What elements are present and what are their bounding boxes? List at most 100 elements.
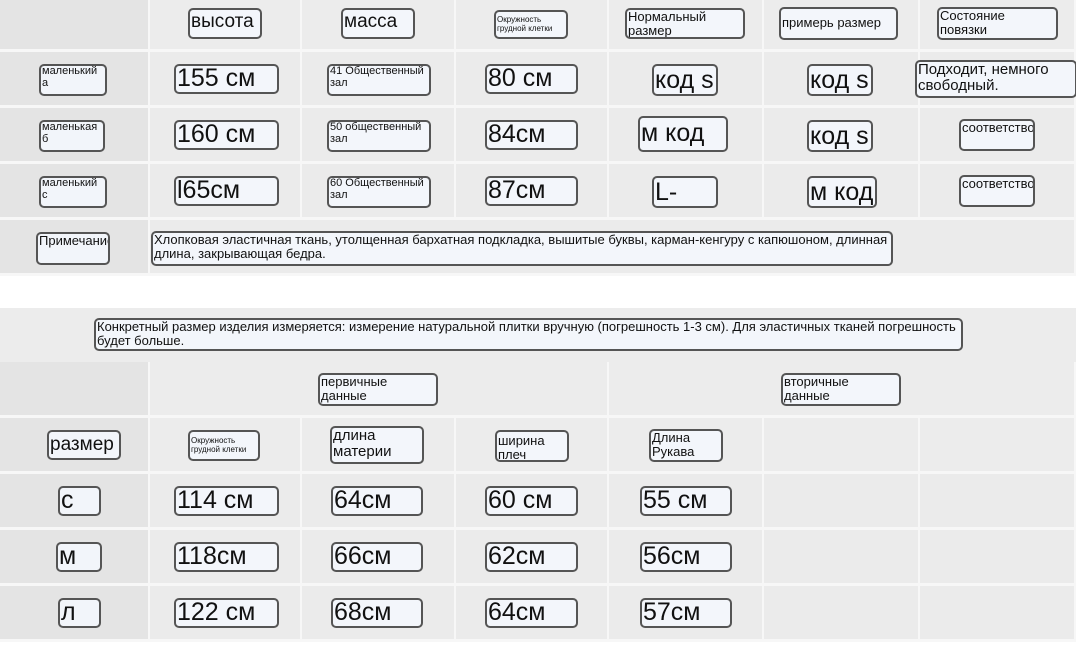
- header-normal-size-label: Нормальный размер: [625, 8, 745, 39]
- cell-b-weight: 50 общественный зал: [302, 108, 456, 164]
- m-chest: 118см: [150, 530, 302, 586]
- col-header-shoulder: ширина плеч: [456, 418, 609, 474]
- l-sleeve: 57см: [609, 586, 764, 642]
- primary-group-label: первичные данные: [318, 373, 438, 406]
- value: 55 см: [640, 486, 732, 516]
- value: соответствовать: [959, 175, 1035, 207]
- cell-c-weight: 60 Общественный зал: [302, 164, 456, 220]
- s-chest: 114 см: [150, 474, 302, 530]
- size-s: с: [0, 474, 150, 530]
- col-header-empty-1: [764, 418, 920, 474]
- col-header-chest: Окружность грудной клетки: [150, 418, 302, 474]
- note-label-cell: Примечание: [0, 220, 150, 276]
- value: 122 см: [174, 598, 279, 628]
- value: м код: [638, 116, 728, 152]
- note-label: Примечание: [36, 232, 110, 265]
- measurement-note: Конкретный размер изделия измеряется: из…: [94, 318, 963, 351]
- m-shoulder: 62см: [456, 530, 609, 586]
- s-empty-2: [920, 474, 1076, 530]
- cell-c-normal: L-код: [609, 164, 764, 220]
- value: Подходит, немного свободный.: [915, 60, 1076, 98]
- l-length: 68см: [302, 586, 456, 642]
- col-header-length-label: длина материи: [330, 426, 424, 464]
- s-empty-1: [764, 474, 920, 530]
- col-header-size-label: размер: [47, 430, 121, 460]
- measurement-note-bar: Конкретный размер изделия измеряется: из…: [0, 308, 1076, 362]
- value: 118см: [174, 542, 279, 572]
- value: код s: [807, 64, 873, 96]
- value: 84см: [485, 120, 578, 150]
- m-empty-1: [764, 530, 920, 586]
- cell-b-normal: м код: [609, 108, 764, 164]
- value: 41 Общественный зал: [327, 64, 431, 96]
- header-chest-label: Окружность грудной клетки: [494, 10, 568, 39]
- size-l: л: [0, 586, 150, 642]
- size-label: с: [58, 486, 101, 516]
- s-sleeve: 55 см: [609, 474, 764, 530]
- m-length: 66см: [302, 530, 456, 586]
- value: соответствовать: [959, 119, 1035, 151]
- cell-c-chest: 87см: [456, 164, 609, 220]
- cell-a-chest: 80 см: [456, 52, 609, 108]
- col-header-sleeve-label: Длина Рукава: [649, 429, 723, 462]
- row-label-c: маленький с: [0, 164, 150, 220]
- measurement-table: первичные данные вторичные данные размер…: [0, 362, 1076, 642]
- row-label-b-text: маленькая б: [39, 120, 105, 152]
- size-table: высота масса Окружность грудной клетки Н…: [0, 0, 1076, 276]
- value: 56см: [640, 542, 732, 572]
- value: 114 см: [174, 486, 279, 516]
- header-chest: Окружность грудной клетки: [456, 0, 609, 52]
- s-shoulder: 60 см: [456, 474, 609, 530]
- value: 160 см: [174, 120, 279, 150]
- value: 87см: [485, 176, 578, 206]
- col-header-shoulder-label: ширина плеч: [495, 430, 569, 462]
- header-fit-state: Состояние повязки: [920, 0, 1076, 52]
- col-header-length: длина материи: [302, 418, 456, 474]
- cell-a-fit: Подходит, немного свободный.: [915, 52, 1076, 108]
- l-empty-2: [920, 586, 1076, 642]
- m-sleeve: 56см: [609, 530, 764, 586]
- header-fit-state-label: Состояние повязки: [937, 7, 1058, 40]
- value: 60 см: [485, 486, 578, 516]
- cell-b-height: 160 см: [150, 108, 302, 164]
- header-try-size: примерь размер: [764, 0, 920, 52]
- note-text: Хлопковая эластичная ткань, утолщенная б…: [151, 231, 893, 266]
- col-header-size: размер: [0, 418, 150, 474]
- value: 80 см: [485, 64, 578, 94]
- cell-b-chest: 84см: [456, 108, 609, 164]
- group-corner: [0, 362, 150, 418]
- row-label-a: маленький а: [0, 52, 150, 108]
- value: 64см: [331, 486, 423, 516]
- secondary-group-label: вторичные данные: [781, 373, 901, 406]
- value: 155 см: [174, 64, 279, 94]
- header-weight-label: масса: [341, 8, 415, 39]
- cell-a-normal: код s: [609, 52, 764, 108]
- header-height-label: высота: [188, 8, 262, 39]
- value: код s: [807, 120, 873, 152]
- value: 50 общественный зал: [327, 120, 431, 152]
- header-normal-size: Нормальный размер: [609, 0, 764, 52]
- header-height: высота: [150, 0, 302, 52]
- col-header-sleeve: Длина Рукава: [609, 418, 764, 474]
- value: 62см: [485, 542, 578, 572]
- size-label: л: [58, 598, 101, 628]
- cell-b-fit: соответствовать: [920, 108, 1076, 164]
- l-empty-1: [764, 586, 920, 642]
- size-label: м: [56, 542, 102, 572]
- l-shoulder: 64см: [456, 586, 609, 642]
- value: l65см: [174, 176, 279, 206]
- value: 57см: [640, 598, 732, 628]
- cell-a-height: 155 см: [150, 52, 302, 108]
- value: м код: [807, 176, 877, 208]
- m-empty-2: [920, 530, 1076, 586]
- cell-c-fit: соответствовать: [920, 164, 1076, 220]
- value: 64см: [485, 598, 578, 628]
- value: 66см: [331, 542, 423, 572]
- row-label-c-text: маленький с: [39, 176, 107, 208]
- value: 68см: [331, 598, 423, 628]
- note-text-cell: Хлопковая эластичная ткань, утолщенная б…: [150, 220, 1076, 276]
- corner-cell: [0, 0, 150, 52]
- value: 60 Общественный зал: [327, 176, 431, 208]
- cell-a-try: код s: [764, 52, 920, 108]
- cell-b-try: код s: [764, 108, 920, 164]
